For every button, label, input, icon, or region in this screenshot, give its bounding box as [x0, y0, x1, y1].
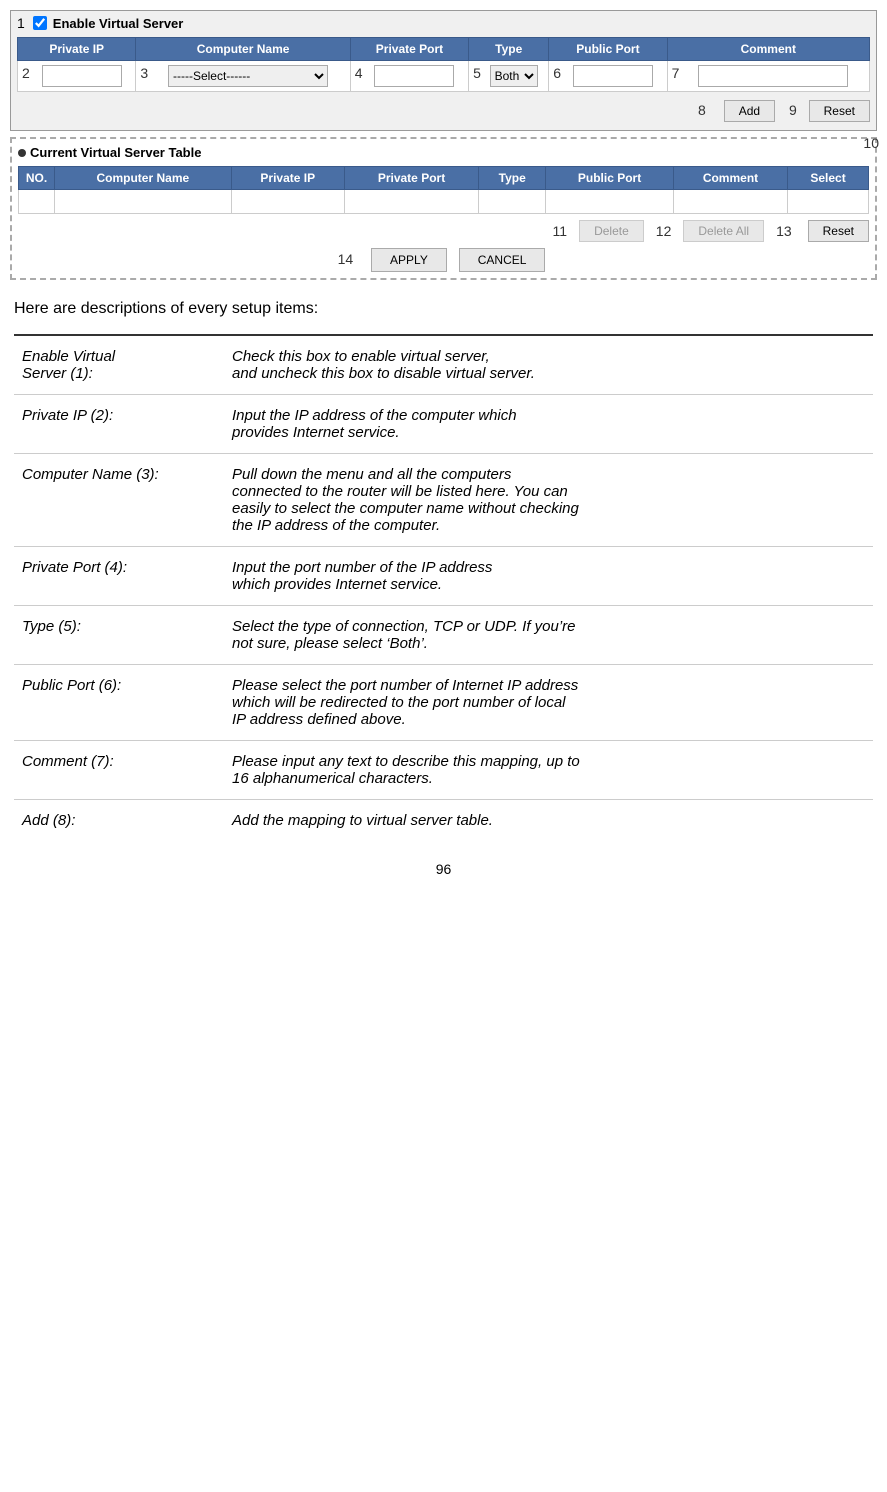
ct-header-private-ip: Private IP — [231, 167, 344, 190]
ct-header-public-port: Public Port — [546, 167, 674, 190]
desc-item-row: Comment (7):Please input any text to des… — [14, 741, 873, 800]
number-9-badge: 9 — [789, 102, 797, 118]
public-port-input[interactable] — [573, 65, 653, 87]
number-12-badge: 12 — [656, 223, 672, 239]
public-port-cell: 6 — [549, 61, 667, 92]
desc-label: Computer Name (3): — [14, 454, 224, 547]
desc-item-row: Add (8):Add the mapping to virtual serve… — [14, 800, 873, 842]
apply-cancel-row: 14 APPLY CANCEL — [18, 248, 869, 272]
desc-text: Add the mapping to virtual server table. — [224, 800, 873, 842]
desc-text: Pull down the menu and all the computers… — [224, 454, 873, 547]
desc-label: Public Port (6): — [14, 665, 224, 741]
ct-header-comment: Comment — [673, 167, 787, 190]
desc-text: Select the type of connection, TCP or UD… — [224, 606, 873, 665]
number-8-badge: 8 — [698, 102, 706, 118]
ct-empty-select — [788, 190, 869, 214]
private-port-cell: 4 — [350, 61, 468, 92]
comment-input[interactable] — [698, 65, 848, 87]
virtual-server-section: 1 Enable Virtual Server Private IP Compu… — [10, 10, 877, 280]
ct-empty-comment — [673, 190, 787, 214]
enable-section-header: 1 Enable Virtual Server — [17, 15, 870, 31]
add-button[interactable]: Add — [724, 100, 775, 122]
delete-button: Delete — [579, 220, 644, 242]
col-header-private-port: Private Port — [350, 38, 468, 61]
current-reset-button[interactable]: Reset — [808, 220, 869, 242]
desc-text: Please select the port number of Interne… — [224, 665, 873, 741]
number-2-badge: 2 — [22, 65, 30, 81]
col-header-computer-name: Computer Name — [136, 38, 350, 61]
col-header-public-port: Public Port — [549, 38, 667, 61]
number-13-badge: 13 — [776, 223, 792, 239]
desc-item-row: Public Port (6):Please select the port n… — [14, 665, 873, 741]
enable-virtual-server-box: 1 Enable Virtual Server Private IP Compu… — [10, 10, 877, 131]
current-virtual-server-section: 10 Current Virtual Server Table NO. Comp… — [10, 137, 877, 280]
form-table: Private IP Computer Name Private Port Ty… — [17, 37, 870, 92]
number-7-badge: 7 — [672, 65, 680, 81]
delete-row: 11 Delete 12 Delete All 13 Reset — [18, 220, 869, 242]
current-section-title-text: Current Virtual Server Table — [30, 145, 201, 160]
computer-name-cell: 3 -----Select------ — [136, 61, 350, 92]
desc-item-row: Enable Virtual Server (1):Check this box… — [14, 335, 873, 395]
ct-empty-computer-name — [55, 190, 232, 214]
ct-header-no: NO. — [19, 167, 55, 190]
ct-header-private-port: Private Port — [344, 167, 478, 190]
number-10-badge: 10 — [863, 135, 879, 151]
col-header-private-ip: Private IP — [18, 38, 136, 61]
desc-text: Input the port number of the IP address … — [224, 547, 873, 606]
computer-name-select[interactable]: -----Select------ — [168, 65, 328, 87]
desc-label: Enable Virtual Server (1): — [14, 335, 224, 395]
reset-button[interactable]: Reset — [809, 100, 870, 122]
ct-empty-public-port — [546, 190, 674, 214]
private-ip-input[interactable] — [42, 65, 122, 87]
desc-label: Comment (7): — [14, 741, 224, 800]
enable-section-title-text: Enable Virtual Server — [53, 16, 184, 31]
comment-cell: 7 — [667, 61, 869, 92]
desc-text: Input the IP address of the computer whi… — [224, 395, 873, 454]
ct-header-type: Type — [479, 167, 546, 190]
ct-empty-type — [479, 190, 546, 214]
desc-item-row: Type (5):Select the type of connection, … — [14, 606, 873, 665]
desc-item-row: Computer Name (3):Pull down the menu and… — [14, 454, 873, 547]
desc-label: Add (8): — [14, 800, 224, 842]
number-14-badge: 14 — [338, 251, 354, 267]
private-ip-cell: 2 — [18, 61, 136, 92]
desc-label: Type (5): — [14, 606, 224, 665]
type-select[interactable]: Both TCP UDP — [490, 65, 538, 87]
desc-item-row: Private IP (2):Input the IP address of t… — [14, 395, 873, 454]
ct-empty-private-ip — [231, 190, 344, 214]
desc-text: Please input any text to describe this m… — [224, 741, 873, 800]
desc-text: Check this box to enable virtual server,… — [224, 335, 873, 395]
enable-virtual-server-checkbox[interactable] — [33, 16, 47, 30]
desc-intro: Here are descriptions of every setup ite… — [14, 300, 873, 318]
ct-empty-private-port — [344, 190, 478, 214]
col-header-type: Type — [469, 38, 549, 61]
ct-header-select: Select — [788, 167, 869, 190]
number-3-badge: 3 — [140, 65, 148, 81]
private-port-input[interactable] — [374, 65, 454, 87]
table-row — [19, 190, 869, 214]
desc-table: Enable Virtual Server (1):Check this box… — [14, 334, 873, 841]
page-number: 96 — [10, 861, 877, 877]
number-11-badge: 11 — [553, 223, 568, 239]
descriptions-section: Here are descriptions of every setup ite… — [10, 300, 877, 841]
ct-empty-no — [19, 190, 55, 214]
bullet-icon — [18, 149, 26, 157]
type-cell: 5 Both TCP UDP — [469, 61, 549, 92]
ct-header-computer-name: Computer Name — [55, 167, 232, 190]
current-table: NO. Computer Name Private IP Private Por… — [18, 166, 869, 214]
number-6-badge: 6 — [553, 65, 561, 81]
desc-label: Private IP (2): — [14, 395, 224, 454]
add-reset-row: 8 Add 9 Reset — [17, 96, 870, 126]
apply-button[interactable]: APPLY — [371, 248, 447, 272]
desc-item-row: Private Port (4):Input the port number o… — [14, 547, 873, 606]
cancel-button[interactable]: CANCEL — [459, 248, 546, 272]
number-4-badge: 4 — [355, 65, 363, 81]
current-section-title: Current Virtual Server Table — [18, 145, 869, 160]
number-1-badge: 1 — [17, 15, 25, 31]
number-5-badge: 5 — [473, 65, 481, 81]
col-header-comment: Comment — [667, 38, 869, 61]
desc-label: Private Port (4): — [14, 547, 224, 606]
delete-all-button: Delete All — [683, 220, 764, 242]
